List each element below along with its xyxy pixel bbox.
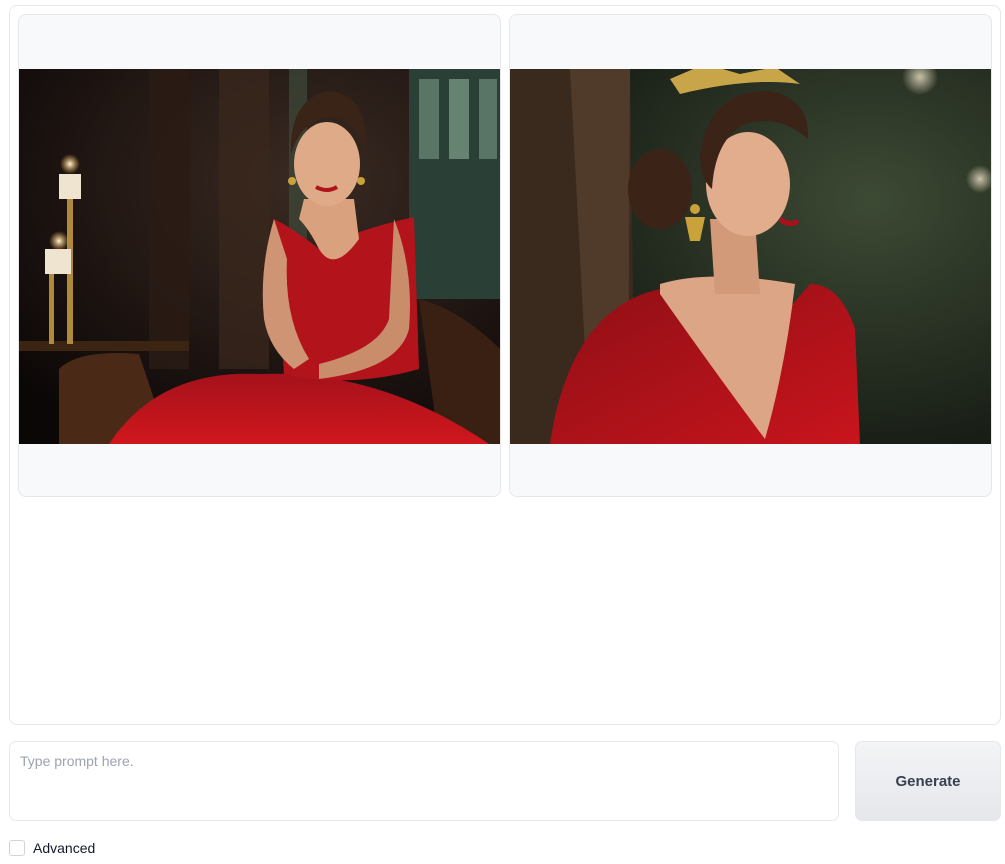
gallery-item-1[interactable] (18, 14, 501, 497)
generate-button[interactable]: Generate (855, 741, 1001, 821)
prompt-input[interactable] (9, 741, 839, 821)
advanced-checkbox[interactable] (9, 840, 25, 856)
gallery-item-2[interactable] (509, 14, 992, 497)
image-gallery (9, 5, 1001, 725)
generated-image-2[interactable] (510, 69, 991, 444)
advanced-label: Advanced (33, 840, 96, 856)
generated-image-1[interactable] (19, 69, 500, 444)
advanced-toggle[interactable]: Advanced (9, 838, 95, 858)
